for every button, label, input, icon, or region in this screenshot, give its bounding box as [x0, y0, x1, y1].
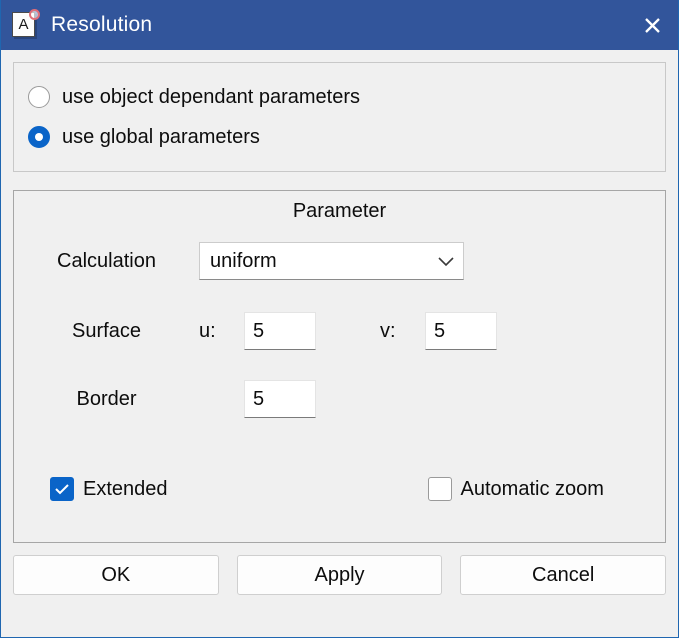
- radio-option-object-dependant[interactable]: use object dependant parameters: [28, 77, 665, 117]
- window-title: Resolution: [51, 13, 153, 36]
- button-bar: OK Apply Cancel: [13, 543, 667, 595]
- checkbox-icon-checked[interactable]: [50, 477, 74, 501]
- check-icon: [55, 484, 69, 495]
- border-input[interactable]: [244, 380, 316, 418]
- checkbox-label-extended: Extended: [83, 477, 168, 500]
- close-button[interactable]: [626, 0, 678, 50]
- resolution-dialog: A Resolution use object dependant parame…: [0, 0, 679, 638]
- options-row: Extended Automatic zoom: [14, 477, 665, 501]
- checkbox-extended[interactable]: Extended: [50, 477, 168, 501]
- mode-groupbox: use object dependant parameters use glob…: [13, 62, 666, 172]
- surface-u-label: u:: [199, 319, 216, 342]
- surface-row: Surface u: v:: [14, 309, 665, 353]
- border-row: Border: [14, 377, 665, 421]
- parameter-group-title: Parameter: [292, 200, 387, 222]
- dialog-body: use object dependant parameters use glob…: [1, 50, 678, 637]
- surface-label: Surface: [72, 319, 141, 342]
- icon-stamp-mark: [29, 9, 40, 20]
- chevron-down-icon: [437, 256, 455, 267]
- document-a-icon: A: [11, 9, 40, 39]
- parameter-groupbox: Parameter Calculation uniform Surface u:: [13, 190, 666, 543]
- titlebar: A Resolution: [1, 0, 678, 50]
- radio-option-global[interactable]: use global parameters: [28, 117, 665, 157]
- apply-button[interactable]: Apply: [236, 555, 443, 595]
- radio-icon-selected[interactable]: [28, 126, 50, 148]
- cancel-button[interactable]: Cancel: [460, 555, 667, 595]
- checkbox-icon-unchecked[interactable]: [427, 477, 452, 501]
- surface-v-input[interactable]: [425, 312, 497, 350]
- radio-icon-unselected[interactable]: [28, 86, 50, 108]
- radio-label-global: use global parameters: [62, 125, 260, 148]
- calculation-selected-value: uniform: [210, 249, 277, 272]
- surface-u-input[interactable]: [244, 312, 316, 350]
- radio-label-object-dependant: use object dependant parameters: [62, 85, 360, 108]
- close-icon: [644, 17, 660, 33]
- border-label: Border: [76, 387, 137, 410]
- calculation-label: Calculation: [57, 249, 156, 272]
- ok-button[interactable]: OK: [13, 555, 219, 595]
- calculation-row: Calculation uniform: [14, 239, 665, 283]
- checkbox-automatic-zoom[interactable]: Automatic zoom: [427, 477, 604, 501]
- surface-v-label: v:: [380, 319, 396, 342]
- checkbox-label-automatic-zoom: Automatic zoom: [460, 477, 604, 500]
- calculation-select[interactable]: uniform: [199, 242, 464, 280]
